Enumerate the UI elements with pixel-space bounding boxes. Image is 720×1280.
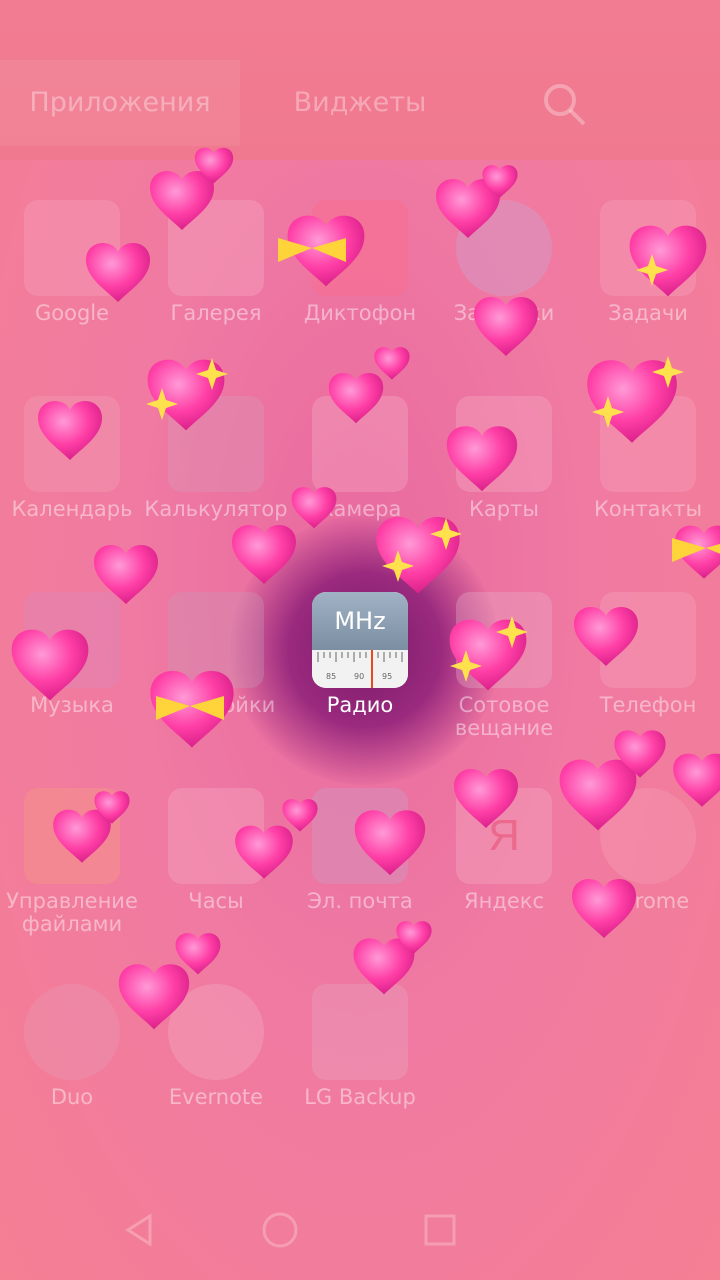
app-label: Календарь <box>11 497 133 521</box>
app-file-manager[interactable]: Управление файлами <box>0 778 144 974</box>
app-label: Часы <box>188 889 244 913</box>
app-label: Музыка <box>30 693 114 717</box>
app-cell-broadcast[interactable]: Сотовое вещание <box>432 582 576 778</box>
yandex-glyph: Я <box>488 811 520 860</box>
app-email[interactable]: Эл. почта <box>288 778 432 974</box>
app-label: Задачи <box>608 301 688 325</box>
app-label: Радио <box>326 693 394 717</box>
radio-scale-85: 85 <box>326 672 337 681</box>
settings-icon <box>168 592 264 688</box>
lg-backup-icon <box>312 984 408 1080</box>
voice-recorder-icon <box>312 200 408 296</box>
app-calculator[interactable]: Калькулятор <box>144 386 288 582</box>
app-label: Настройки <box>156 693 276 717</box>
chrome-icon <box>600 788 696 884</box>
back-icon[interactable] <box>120 1210 160 1250</box>
yandex-icon: Я <box>456 788 552 884</box>
app-label: Управление файлами <box>6 889 138 936</box>
tasks-icon <box>600 200 696 296</box>
app-label: Загрузки <box>453 301 555 325</box>
app-label: Evernote <box>168 1085 264 1109</box>
app-yandex[interactable]: Я Яндекс <box>432 778 576 974</box>
app-label: Chrome <box>606 889 690 913</box>
clock-icon <box>168 788 264 884</box>
camera-icon <box>312 396 408 492</box>
tab-apps[interactable]: Приложения <box>0 60 240 146</box>
radio-icon: MHz 85 90 95 <box>312 592 408 688</box>
app-label: Google <box>34 301 110 325</box>
google-folder-icon <box>24 200 120 296</box>
app-radio[interactable]: MHz 85 90 95 Радио <box>288 582 432 778</box>
radio-tuner-scale: 85 90 95 <box>312 650 408 688</box>
app-label: Диктофон <box>303 301 417 325</box>
maps-icon <box>456 396 552 492</box>
app-clock[interactable]: Часы <box>144 778 288 974</box>
file-manager-icon <box>24 788 120 884</box>
app-evernote[interactable]: Evernote <box>144 974 288 1170</box>
app-google[interactable]: Google <box>0 190 144 386</box>
app-label: Телефон <box>599 693 697 717</box>
calculator-icon <box>168 396 264 492</box>
tab-bar: Приложения Виджеты <box>0 60 720 146</box>
app-label: Калькулятор <box>144 497 288 521</box>
music-icon <box>24 592 120 688</box>
app-label: Яндекс <box>464 889 544 913</box>
app-label: Галерея <box>170 301 262 325</box>
app-label: Эл. почта <box>307 889 413 913</box>
app-settings[interactable]: Настройки <box>144 582 288 778</box>
navigation-bar <box>0 1180 720 1280</box>
app-label: Камера <box>318 497 402 521</box>
app-calendar[interactable]: Календарь <box>0 386 144 582</box>
app-label: LG Backup <box>304 1085 416 1109</box>
app-gallery[interactable]: Галерея <box>144 190 288 386</box>
app-phone[interactable]: Телефон <box>576 582 720 778</box>
contacts-icon <box>600 396 696 492</box>
app-label: Контакты <box>593 497 703 521</box>
cell-broadcast-icon <box>456 592 552 688</box>
radio-scale-95: 95 <box>382 672 393 681</box>
app-duo[interactable]: Duo <box>0 974 144 1170</box>
app-label: Сотовое вещание <box>454 693 554 740</box>
home-icon[interactable] <box>260 1210 300 1250</box>
duo-icon <box>24 984 120 1080</box>
tab-widgets[interactable]: Виджеты <box>240 60 480 146</box>
calendar-icon <box>24 396 120 492</box>
recents-icon[interactable] <box>420 1210 460 1250</box>
app-downloads[interactable]: Загрузки <box>432 190 576 386</box>
app-voice-recorder[interactable]: Диктофон <box>288 190 432 386</box>
app-lg-backup[interactable]: LG Backup <box>288 974 432 1170</box>
gallery-icon <box>168 200 264 296</box>
phone-icon <box>600 592 696 688</box>
app-tasks[interactable]: Задачи <box>576 190 720 386</box>
app-label: Duo <box>50 1085 94 1109</box>
app-camera[interactable]: Камера <box>288 386 432 582</box>
app-chrome[interactable]: Chrome <box>576 778 720 974</box>
radio-scale-90: 90 <box>354 672 365 681</box>
email-icon <box>312 788 408 884</box>
radio-mhz-label: MHz <box>312 592 408 650</box>
download-icon <box>456 200 552 296</box>
app-grid: Google Галерея Диктофон Загрузки Задачи … <box>0 190 720 1150</box>
app-music[interactable]: Музыка <box>0 582 144 778</box>
app-contacts[interactable]: Контакты <box>576 386 720 582</box>
search-icon[interactable] <box>540 80 588 128</box>
evernote-icon <box>168 984 264 1080</box>
app-label: Карты <box>469 497 539 521</box>
app-maps[interactable]: Карты <box>432 386 576 582</box>
